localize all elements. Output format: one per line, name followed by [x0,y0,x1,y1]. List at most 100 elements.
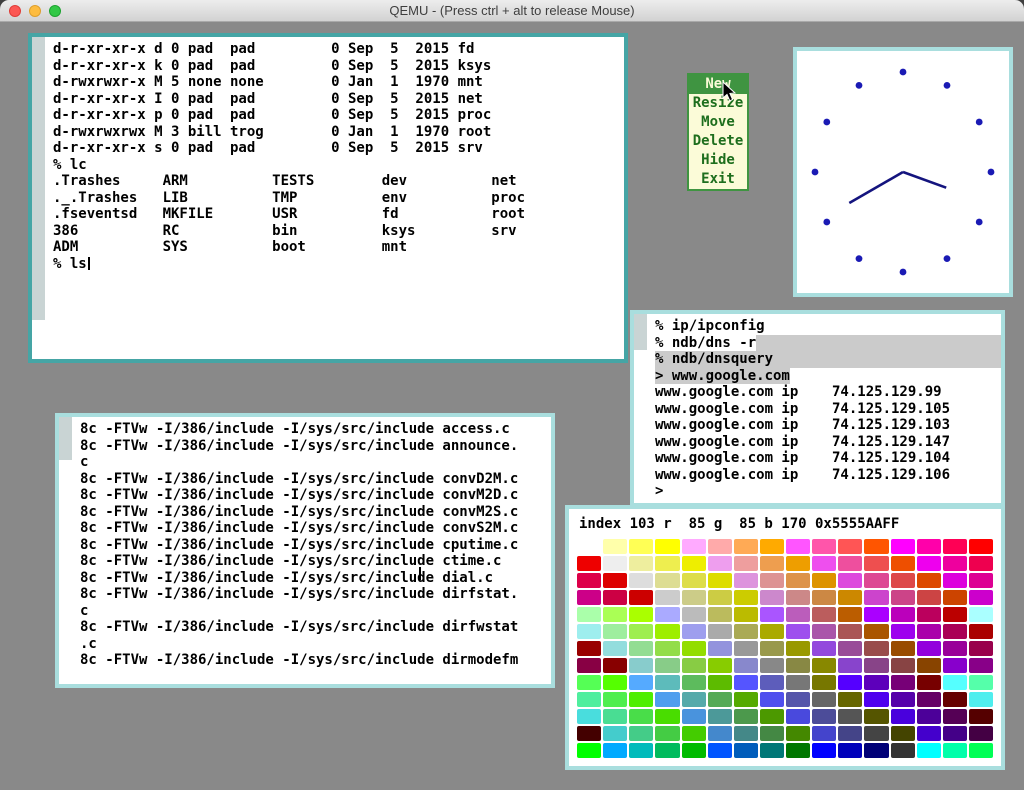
color-swatch[interactable] [969,641,993,656]
color-swatch[interactable] [812,573,836,588]
color-swatch[interactable] [786,743,810,758]
color-swatch[interactable] [577,590,601,605]
color-swatch[interactable] [734,692,758,707]
color-swatch[interactable] [838,658,862,673]
color-swatch[interactable] [864,726,888,741]
color-swatch[interactable] [917,573,941,588]
color-swatch[interactable] [577,675,601,690]
color-swatch[interactable] [734,709,758,724]
color-swatch[interactable] [734,726,758,741]
color-swatch[interactable] [943,624,967,639]
color-swatch[interactable] [629,590,653,605]
menu-item-hide[interactable]: Hide [689,151,747,170]
color-swatch[interactable] [655,709,679,724]
color-swatch[interactable] [812,709,836,724]
color-swatch[interactable] [708,590,732,605]
color-swatch[interactable] [734,607,758,622]
scrollbar[interactable] [634,314,647,503]
color-swatch[interactable] [760,675,784,690]
color-swatch[interactable] [812,692,836,707]
color-swatch[interactable] [760,692,784,707]
color-swatch[interactable] [891,675,915,690]
color-swatch[interactable] [812,607,836,622]
terminal-output-ls[interactable]: d-r-xr-xr-x d 0 pad pad 0 Sep 5 2015 fdd… [45,37,624,359]
color-swatch[interactable] [786,675,810,690]
color-swatch[interactable] [682,675,706,690]
color-swatch[interactable] [812,658,836,673]
color-swatch[interactable] [708,726,732,741]
color-swatch[interactable] [655,556,679,571]
color-swatch[interactable] [812,590,836,605]
zoom-button[interactable] [49,5,61,17]
color-swatch[interactable] [917,624,941,639]
color-swatch[interactable] [603,726,627,741]
color-swatch[interactable] [943,726,967,741]
color-swatch[interactable] [629,556,653,571]
color-swatch[interactable] [655,607,679,622]
color-swatch[interactable] [682,539,706,554]
color-swatch[interactable] [969,624,993,639]
color-swatch[interactable] [864,573,888,588]
color-swatch[interactable] [943,573,967,588]
color-swatch[interactable] [917,743,941,758]
color-swatch[interactable] [708,641,732,656]
color-swatch[interactable] [708,624,732,639]
color-swatch[interactable] [917,539,941,554]
color-swatch[interactable] [603,743,627,758]
color-swatch[interactable] [708,573,732,588]
color-swatch[interactable] [603,624,627,639]
color-swatch[interactable] [629,573,653,588]
color-swatch[interactable] [577,539,601,554]
color-swatch[interactable] [629,539,653,554]
color-swatch[interactable] [838,692,862,707]
color-swatch[interactable] [943,607,967,622]
color-swatch[interactable] [655,573,679,588]
color-swatch[interactable] [864,539,888,554]
color-swatch[interactable] [969,573,993,588]
color-swatch[interactable] [864,590,888,605]
color-swatch[interactable] [891,726,915,741]
color-swatch[interactable] [917,658,941,673]
color-swatch[interactable] [786,573,810,588]
color-swatch[interactable] [838,590,862,605]
color-swatch[interactable] [891,692,915,707]
palette-window[interactable]: index 103 r 85 g 85 b 170 0x5555AAFF [565,505,1005,770]
color-swatch[interactable] [655,658,679,673]
terminal-output-dns[interactable]: % ip/ipconfig% ndb/dns -r% ndb/dnsquery>… [647,314,1001,503]
color-swatch[interactable] [682,607,706,622]
color-swatch[interactable] [786,709,810,724]
color-swatch[interactable] [760,709,784,724]
clock-window[interactable] [793,47,1013,297]
color-swatch[interactable] [943,556,967,571]
scrollbar[interactable] [59,417,72,684]
color-swatch[interactable] [864,658,888,673]
color-swatch[interactable] [812,726,836,741]
color-swatch[interactable] [577,624,601,639]
color-swatch[interactable] [708,709,732,724]
terminal-output-compile[interactable]: 8c -FTVw -I/386/include -I/sys/src/inclu… [72,417,551,684]
color-swatch[interactable] [917,607,941,622]
color-swatch[interactable] [708,607,732,622]
color-swatch[interactable] [969,539,993,554]
color-swatch[interactable] [655,641,679,656]
menu-item-new[interactable]: New [689,75,747,94]
color-swatch[interactable] [969,658,993,673]
color-swatch[interactable] [629,726,653,741]
color-swatch[interactable] [577,556,601,571]
color-swatch[interactable] [969,709,993,724]
color-swatch[interactable] [917,726,941,741]
color-swatch[interactable] [655,675,679,690]
color-swatch[interactable] [838,709,862,724]
color-swatch[interactable] [603,658,627,673]
color-swatch[interactable] [760,726,784,741]
color-swatch[interactable] [969,675,993,690]
color-swatch[interactable] [577,658,601,673]
color-swatch[interactable] [682,573,706,588]
color-swatch[interactable] [577,607,601,622]
color-swatch[interactable] [682,590,706,605]
color-swatch[interactable] [629,607,653,622]
color-swatch[interactable] [864,624,888,639]
color-swatch[interactable] [943,675,967,690]
color-swatch[interactable] [629,692,653,707]
color-swatch[interactable] [917,641,941,656]
